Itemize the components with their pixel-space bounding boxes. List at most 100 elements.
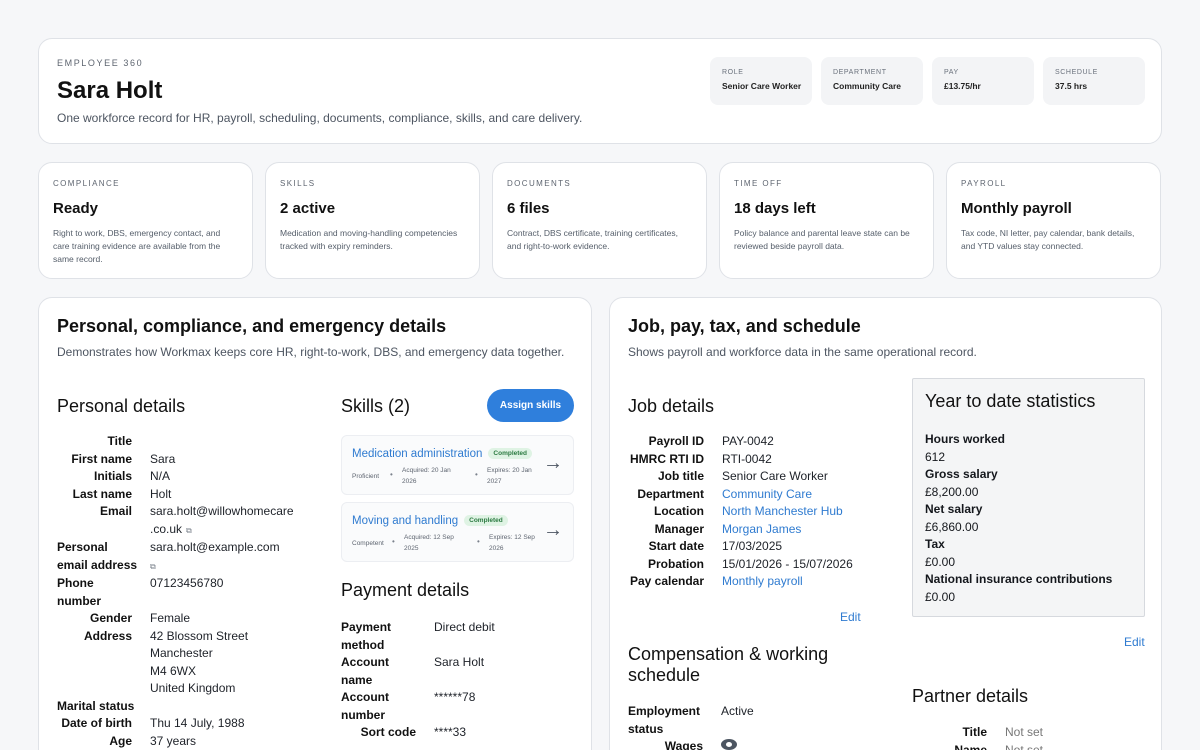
ytd-value: £0.00 — [925, 554, 956, 569]
chip-value: Senior Care Worker — [722, 81, 802, 91]
ytd-edit-link[interactable]: Edit — [1124, 635, 1145, 649]
stat-description: Right to work, DBS, emergency contact, a… — [53, 228, 221, 264]
location-link[interactable]: North Manchester Hub — [722, 503, 882, 521]
email-value-cont: .co.uk ⧉ — [150, 521, 300, 540]
stat-description: Policy balance and parental leave state … — [734, 228, 910, 251]
stat-description: Contract, DBS certificate, training cert… — [507, 228, 679, 251]
field-label: email address — [57, 557, 138, 572]
field-label: Pay calendar — [629, 574, 704, 588]
copy-icon[interactable]: ⧉ — [186, 526, 192, 535]
stat-value: 18 days left — [734, 200, 816, 217]
compensation-list: Employment Active status Wages — [628, 703, 841, 750]
field-label: Address — [83, 628, 132, 643]
skill-name-row: Moving and handling Completed — [352, 515, 508, 527]
field-value: 17/03/2025 — [722, 539, 783, 553]
compensation-heading-line1: Compensation & working — [628, 644, 829, 664]
field-value: PAY-0042 — [722, 434, 774, 448]
chip-value: £13.75/hr — [944, 81, 981, 91]
field-label: HMRC RTI ID — [630, 451, 704, 466]
field-value: .co.uk — [150, 521, 183, 536]
skill-expires: Expires: 20 Jan 2027 — [487, 465, 532, 487]
skill-acquired: Acquired: 12 Sep 2025 — [404, 532, 454, 554]
payroll-card: PAYROLL Monthly payroll Tax code, NI let… — [946, 162, 1161, 279]
field-label: Age — [109, 733, 132, 748]
separator-dot: • — [475, 470, 478, 479]
header-eyebrow: EMPLOYEE 360 — [57, 58, 144, 68]
partner-details-list: Title Not set Name Not set — [912, 724, 1105, 750]
field-label: number — [341, 707, 386, 722]
skill-item[interactable]: Medication administration Completed Profi… — [341, 435, 574, 495]
chip-label: ROLE — [722, 69, 744, 76]
field-value: Holt — [150, 486, 172, 501]
expires-line1: Expires: 12 Sep — [489, 534, 535, 541]
payment-details-heading: Payment details — [341, 580, 470, 600]
assign-skills-button[interactable]: Assign skills — [487, 389, 574, 422]
field-value: Female — [150, 611, 191, 625]
field-value: ****33 — [434, 725, 467, 739]
job-details-heading: Job details — [628, 396, 715, 416]
field-value: Direct debit — [434, 620, 495, 634]
field-value — [150, 433, 300, 451]
status-badge: Completed — [488, 448, 532, 460]
skill-name[interactable]: Medication administration — [352, 448, 482, 460]
copy-icon[interactable]: ⧉ — [150, 562, 156, 571]
field-value: 07123456780 — [150, 576, 224, 590]
arrow-right-icon[interactable]: → — [543, 452, 563, 475]
stat-label: PAYROLL — [961, 179, 1007, 188]
field-value: Thu 14 July, 1988 — [150, 716, 245, 730]
field-value: Not set — [1005, 725, 1044, 739]
employee-name: Sara Holt — [57, 77, 163, 104]
payment-details-list: Payment Direct debit method Account Sara H… — [341, 619, 554, 742]
ytd-value: 612 — [925, 449, 946, 464]
ytd-value: £6,860.00 — [925, 519, 979, 534]
skill-item[interactable]: Moving and handling Completed Competent •… — [341, 502, 574, 562]
expires-line1: Expires: 20 Jan — [487, 467, 532, 474]
stat-description: Medication and moving-handling competenc… — [280, 228, 458, 251]
acquired-line1: Acquired: 12 Sep — [404, 534, 454, 541]
field-label: Gender — [89, 611, 132, 625]
stat-value: 6 files — [507, 200, 550, 217]
pay-chip: PAY £13.75/hr — [932, 57, 1034, 105]
field-label: First name — [71, 451, 132, 466]
panel-title: Personal, compliance, and emergency deta… — [57, 316, 447, 336]
field-label: Initials — [93, 469, 132, 483]
employee-360-page: EMPLOYEE 360 Sara Holt One workforce rec… — [0, 0, 1200, 750]
field-value: N/A — [150, 469, 171, 483]
manager-link[interactable]: Morgan James — [722, 521, 882, 539]
documents-card: DOCUMENTS 6 files Contract, DBS certific… — [492, 162, 707, 279]
field-label: Probation — [648, 556, 704, 571]
ytd-statistics-box: Year to date statistics Hours worked 612… — [912, 378, 1145, 617]
field-label: Payroll ID — [648, 434, 704, 448]
field-value: sara.holt@willowhomecare — [150, 504, 294, 518]
field-label: Phone — [57, 576, 94, 590]
field-label: status — [628, 721, 664, 736]
skill-name[interactable]: Moving and handling — [352, 515, 458, 527]
acquired-line2: 2026 — [402, 478, 417, 485]
field-value — [434, 637, 554, 655]
field-label: Title — [962, 725, 987, 739]
field-label: name — [341, 672, 373, 687]
arrow-right-icon[interactable]: → — [543, 519, 563, 542]
field-label: Marital status — [57, 698, 135, 713]
skills-heading: Skills (2) — [341, 396, 411, 416]
eye-icon[interactable] — [721, 739, 737, 750]
stat-label: SKILLS — [280, 179, 316, 188]
ytd-list: Hours worked 612 Gross salary £8,200.00 … — [925, 431, 1112, 606]
separator-dot: • — [477, 537, 480, 546]
department-link[interactable]: Community Care — [722, 486, 882, 504]
field-value: sara.holt@example.com — [150, 540, 280, 554]
field-label — [57, 645, 132, 663]
chip-value: 37.5 hrs — [1055, 81, 1088, 91]
pay-calendar-link[interactable]: Monthly payroll — [722, 573, 882, 591]
field-value: 42 Blossom Street — [150, 628, 249, 643]
stat-label: COMPLIANCE — [53, 179, 120, 188]
personal-panel: Personal, compliance, and emergency deta… — [38, 297, 592, 750]
field-value: Active — [721, 704, 754, 718]
chip-label: PAY — [944, 69, 959, 76]
field-label: number — [57, 593, 102, 608]
skill-level: Competent — [352, 540, 384, 547]
field-value: Sara Holt — [434, 655, 485, 669]
job-details-list: Payroll ID PAY-0042 HMRC RTI ID RTI-0042 J… — [628, 433, 882, 591]
field-label: Department — [637, 486, 704, 501]
job-edit-link[interactable]: Edit — [840, 610, 861, 624]
